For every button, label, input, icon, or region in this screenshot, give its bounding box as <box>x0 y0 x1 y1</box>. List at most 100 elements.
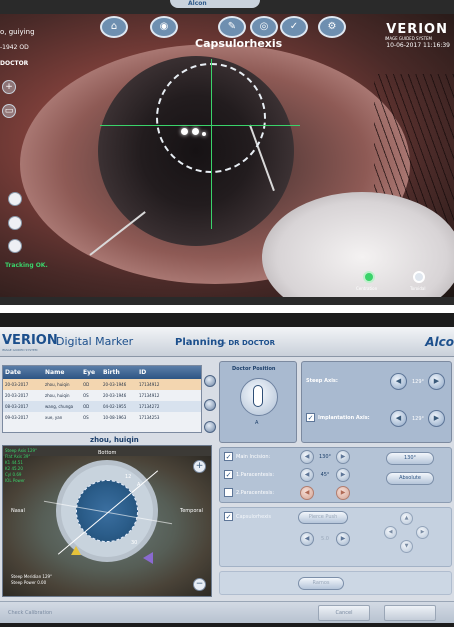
paracentesis-1-value: 45° <box>320 472 330 478</box>
scroll-up-button[interactable] <box>204 375 216 387</box>
implantation-axis-decrease[interactable]: ◀ <box>390 410 407 427</box>
eye-note-bottom: Steep Power 0.00 <box>11 580 47 585</box>
centration-button[interactable] <box>363 271 375 283</box>
page-title: Planning <box>175 337 225 348</box>
crosshair-horizontal <box>100 125 300 126</box>
dpad-left-button[interactable]: ◀ <box>384 526 397 539</box>
steep-axis-increase[interactable]: ▶ <box>428 373 445 390</box>
cell-birth: 04-02-1955 <box>103 404 127 409</box>
capsulorhexis-panel: ✓ Capsulorhexis Pierce Push ◀ 5.0 ▶ ▲ ◀ … <box>219 507 452 567</box>
cell-birth: 20-03-1946 <box>103 393 127 398</box>
table-row[interactable]: 20-03-2017 zhou, huiqin OD 20-03-1946 17… <box>3 379 201 390</box>
capsulorhexis-increase[interactable]: ▶ <box>336 532 350 546</box>
side-button-1[interactable] <box>8 192 22 206</box>
doctor-head-icon <box>253 385 263 407</box>
scroll-middle-button[interactable] <box>204 399 216 411</box>
cell-date: 08-03-2017 <box>5 404 29 409</box>
main-incision-decrease[interactable]: ◀ <box>300 450 314 464</box>
scroll-down-button[interactable] <box>204 421 216 433</box>
cell-date: 20-03-2017 <box>5 382 29 387</box>
patient-id: -1942 OD <box>0 44 29 51</box>
doctor-position-letter: A <box>255 420 259 426</box>
zoom-in-button[interactable]: + <box>2 80 16 94</box>
top-screen-photo: Alcon ⌂ ◉ ✎ ◎ ✓ ⚙ o, guiying -1942 OD DO… <box>0 0 454 305</box>
ramos-button[interactable]: Ramos <box>298 577 344 590</box>
image-button[interactable]: ▭ <box>2 104 16 118</box>
eye-icon[interactable]: ◎ <box>250 16 278 38</box>
table-row[interactable]: 08-03-2017 wang, chunga OD 04-02-1955 17… <box>3 401 201 412</box>
incision-panel: ✓ Main Incision: ◀ 130° ▶ ✓ 1.Paracentes… <box>219 447 452 503</box>
paracentesis-1-checkbox[interactable]: ✓ <box>224 470 233 479</box>
camera-icon[interactable]: ◉ <box>150 16 178 38</box>
table-row[interactable]: 09-03-2017 xue, yan OS 10-08-1963 171342… <box>3 412 201 423</box>
implantation-axis-increase[interactable]: ▶ <box>428 410 445 427</box>
eye-note: Flat Axis 39° <box>5 454 31 459</box>
incision-marker-left[interactable] <box>71 546 81 555</box>
planning-screen: VERION IMAGE GUIDED SYSTEM Digital Marke… <box>0 327 454 623</box>
paracentesis-2-decrease[interactable]: ◀ <box>300 486 314 500</box>
toroidal-button[interactable] <box>413 271 425 283</box>
cell-eye: OS <box>83 415 89 420</box>
paracentesis-2-checkbox[interactable] <box>224 488 233 497</box>
paracentesis-1-decrease[interactable]: ◀ <box>300 468 314 482</box>
date-time: 10-06-2017 11:16:39 <box>386 42 450 49</box>
footer-bar: Check Calibration Cancel <box>0 601 454 623</box>
cell-date: 20-03-2017 <box>5 393 29 398</box>
light-reflex <box>181 128 188 135</box>
column-header-birth[interactable]: Birth <box>101 366 137 379</box>
dpad-up-button[interactable]: ▲ <box>400 512 413 525</box>
eye-note: Cyl 0.69 <box>5 472 22 477</box>
main-incision-label: Main Incision: <box>236 454 271 460</box>
tracking-status: Tracking OK. <box>5 262 48 269</box>
brand-logo: VERION <box>2 333 58 348</box>
implantation-axis-checkbox[interactable]: ✓ <box>306 413 315 422</box>
check-calibration-link[interactable]: Check Calibration <box>8 610 52 616</box>
steep-axis-decrease[interactable]: ◀ <box>390 373 407 390</box>
zoom-out-button[interactable]: − <box>193 578 206 591</box>
bottom-label: Bottom <box>98 450 117 456</box>
main-incision-value: 130° <box>318 454 332 460</box>
pierce-push-button[interactable]: Pierce Push <box>298 511 348 524</box>
absolute-button[interactable]: Absolute <box>386 472 434 485</box>
home-icon[interactable]: ⌂ <box>100 16 128 38</box>
side-button-3[interactable] <box>8 239 22 253</box>
pen-icon[interactable]: ✎ <box>218 16 246 38</box>
column-header-id[interactable]: ID <box>137 366 201 379</box>
capsulorhexis-value: 5.0 <box>321 536 329 542</box>
table-row[interactable]: 20-03-2017 zhou, huiqin OS 20-03-1946 17… <box>3 390 201 401</box>
paracentesis-2-label: 2.Paracentesis: <box>236 490 275 496</box>
main-incision-checkbox[interactable]: ✓ <box>224 452 233 461</box>
cancel-button[interactable]: Cancel <box>318 605 370 621</box>
incision-marker-right[interactable] <box>143 552 153 564</box>
dpad-down-button[interactable]: ▼ <box>400 540 413 553</box>
doctor-position-panel: Doctor Position A <box>219 361 297 443</box>
check-icon[interactable]: ✓ <box>280 16 308 38</box>
cell-name: xue, yan <box>45 415 63 420</box>
dpad-right-button[interactable]: ▶ <box>416 526 429 539</box>
main-incision-increase[interactable]: ▶ <box>336 450 350 464</box>
paracentesis-2-increase[interactable]: ▶ <box>336 486 350 500</box>
cell-eye: OS <box>83 393 89 398</box>
marker-label-c: 30 <box>131 540 138 546</box>
cell-id: 17134272 <box>139 404 160 409</box>
patient-table: Date Name Eye Birth ID 20-03-2017 zhou, … <box>2 365 202 433</box>
capsulorhexis-decrease[interactable]: ◀ <box>300 532 314 546</box>
column-header-eye[interactable]: Eye <box>81 366 101 379</box>
paracentesis-2-value <box>314 487 336 499</box>
paracentesis-1-label: 1.Paracentesis: <box>236 472 275 478</box>
next-button[interactable] <box>384 605 436 621</box>
column-header-name[interactable]: Name <box>43 366 81 379</box>
cell-name: wang, chunga <box>45 404 74 409</box>
capsulorhexis-checkbox[interactable]: ✓ <box>224 512 233 521</box>
incision-value-button[interactable]: 130° <box>386 452 434 465</box>
side-button-2[interactable] <box>8 216 22 230</box>
doctor-name: DOCTOR <box>0 60 29 67</box>
brand-subtitle: IMAGE GUIDED SYSTEM <box>2 348 38 352</box>
app-header: VERION IMAGE GUIDED SYSTEM Digital Marke… <box>0 327 454 357</box>
marker-label-a: A <box>137 482 141 488</box>
paracentesis-1-increase[interactable]: ▶ <box>336 468 350 482</box>
column-header-date[interactable]: Date <box>3 366 43 379</box>
cell-id: 17134253 <box>139 415 160 420</box>
zoom-in-button[interactable]: + <box>193 460 206 473</box>
settings-icon[interactable]: ⚙ <box>318 16 346 38</box>
